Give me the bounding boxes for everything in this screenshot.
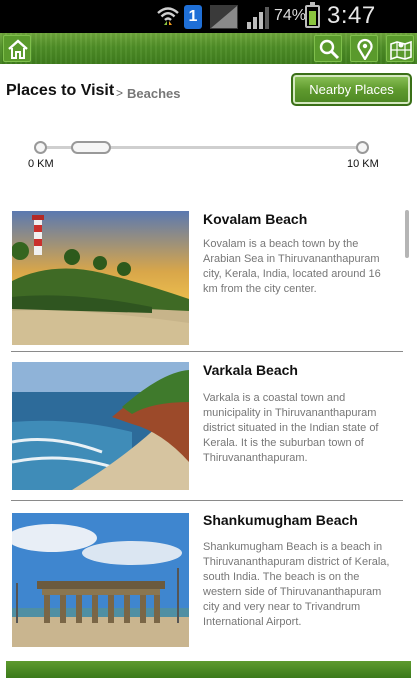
bottom-bar [6, 661, 411, 678]
location-button[interactable] [350, 35, 378, 62]
battery-percent: 74% [274, 7, 307, 24]
map-icon [390, 40, 412, 60]
place-title: Kovalam Beach [203, 211, 308, 227]
slider-max-knob [356, 141, 369, 154]
signal-icon [247, 7, 269, 29]
wifi-icon [157, 7, 179, 25]
place-description: Kovalam is a beach town by the Arabian S… [203, 238, 381, 295]
page-title: Places to Visit [6, 82, 115, 99]
distance-slider-thumb[interactable] [71, 141, 111, 154]
home-button[interactable] [3, 35, 31, 62]
network-badge-icon: 1 [184, 5, 202, 29]
status-bar: 1 74% 3:47 PM [0, 0, 417, 57]
list-item[interactable]: Varkala Beach Varkala is a coastal town … [11, 352, 403, 501]
place-description: Shankumugham Beach is a beach in Thiruva… [203, 541, 390, 628]
location-pin-icon [357, 38, 373, 60]
varkala-beach-image [12, 362, 189, 490]
action-bar [0, 33, 417, 64]
list-item[interactable]: Shankumugham Beach Shankumugham Beach is… [11, 501, 403, 657]
signal-icon [210, 5, 238, 29]
search-icon [319, 39, 340, 60]
battery-icon [305, 2, 320, 28]
scrollbar[interactable] [405, 210, 409, 258]
slider-min-knob [34, 141, 47, 154]
nearby-places-button[interactable]: Nearby Places [291, 73, 412, 106]
place-title: Shankumugham Beach [203, 512, 358, 528]
place-title: Varkala Beach [203, 362, 298, 378]
list-item[interactable]: Kovalam Beach Kovalam is a beach town by… [11, 204, 403, 352]
place-description: Varkala is a coastal town and municipali… [203, 392, 379, 464]
breadcrumb[interactable]: Beaches [127, 86, 180, 101]
kovalam-beach-image [12, 211, 189, 345]
shankumugham-beach-image [12, 513, 189, 647]
search-button[interactable] [314, 35, 342, 62]
map-button[interactable] [386, 35, 414, 62]
slider-max-label: 10 KM [347, 158, 379, 170]
home-icon [8, 39, 28, 59]
slider-min-label: 0 KM [28, 158, 54, 170]
breadcrumb-separator: > [116, 86, 124, 100]
